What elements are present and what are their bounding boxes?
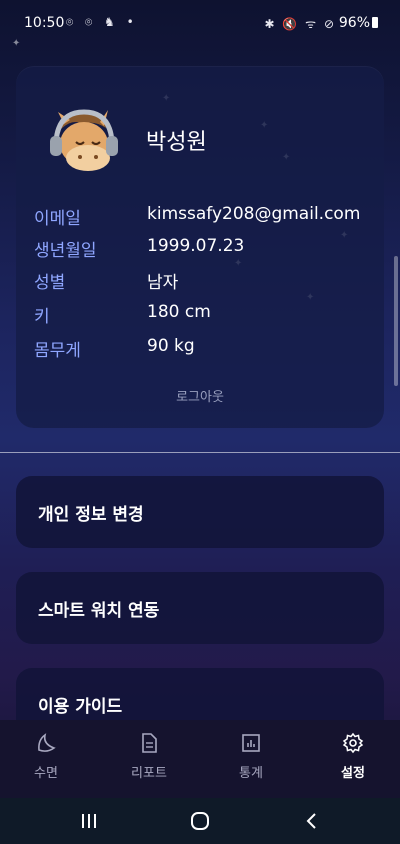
email-label: 이메일 — [34, 209, 81, 229]
recent-apps-icon[interactable] — [78, 810, 100, 832]
system-status-icons: ✱ 🔇 ᯤ ⊘ — [264, 17, 336, 31]
smartwatch-link-label: 스마트 워치 연동 — [38, 601, 160, 621]
info-row-weight: 몸무게 90 kg — [34, 336, 374, 362]
edit-profile-button[interactable]: 개인 정보 변경 — [16, 476, 384, 548]
height-value: 180 cm — [147, 302, 211, 322]
info-row-gender: 성별 남자 — [34, 268, 374, 294]
divider — [0, 452, 400, 453]
document-icon — [142, 733, 157, 753]
weight-value: 90 kg — [147, 336, 195, 356]
nav-item-settings[interactable]: 설정 — [313, 732, 393, 788]
profile-name: 박성원 — [146, 130, 207, 155]
moon-icon — [38, 733, 56, 752]
edit-profile-label: 개인 정보 변경 — [38, 505, 144, 525]
smartwatch-link-button[interactable]: 스마트 워치 연동 — [16, 572, 384, 644]
profile-card: 박성원 이메일 kimssafy208@gmail.com 생년월일 1999.… — [16, 66, 384, 428]
bar-chart-icon — [242, 734, 260, 752]
nav-item-report[interactable]: 리포트 — [109, 732, 189, 788]
battery-indicator: 96% — [339, 15, 378, 31]
system-nav-bar — [0, 798, 400, 844]
bottom-nav: 수면 리포트 통계 설정 — [0, 720, 400, 798]
email-value: kimssafy208@gmail.com — [147, 204, 361, 224]
birthdate-value: 1999.07.23 — [147, 236, 245, 256]
nav-item-stats[interactable]: 통계 — [211, 732, 291, 788]
nav-label-stats: 통계 — [239, 766, 263, 781]
gender-value: 남자 — [147, 273, 179, 293]
usage-guide-label: 이용 가이드 — [38, 697, 123, 717]
battery-percent: 96% — [338, 15, 370, 31]
home-icon[interactable] — [189, 810, 211, 832]
battery-icon — [372, 17, 378, 28]
nav-item-sleep[interactable]: 수면 — [6, 732, 86, 788]
avatar — [42, 102, 122, 182]
gear-icon — [342, 732, 364, 754]
status-time: 10:50 — [24, 15, 65, 31]
logout-button[interactable]: 로그아웃 — [16, 386, 384, 405]
status-bar: 10:50 ⌾ ⌾ ♞ • ✱ 🔇 ᯤ ⊘ 96% — [0, 0, 400, 48]
info-row-birthdate: 생년월일 1999.07.23 — [34, 236, 374, 262]
info-row-email: 이메일 kimssafy208@gmail.com — [34, 204, 374, 230]
info-row-height: 키 180 cm — [34, 302, 374, 328]
nav-label-sleep: 수면 — [34, 766, 58, 781]
horse-with-headphones-avatar — [50, 109, 118, 171]
scrollbar[interactable] — [394, 256, 398, 386]
height-label: 키 — [34, 307, 50, 327]
birthdate-label: 생년월일 — [34, 241, 97, 261]
notification-icons: ⌾ ⌾ ♞ • — [66, 15, 138, 29]
weight-label: 몸무게 — [34, 341, 81, 361]
back-icon[interactable] — [301, 810, 323, 832]
nav-label-report: 리포트 — [131, 766, 167, 781]
nav-label-settings: 설정 — [341, 766, 365, 781]
gender-label: 성별 — [34, 273, 66, 293]
